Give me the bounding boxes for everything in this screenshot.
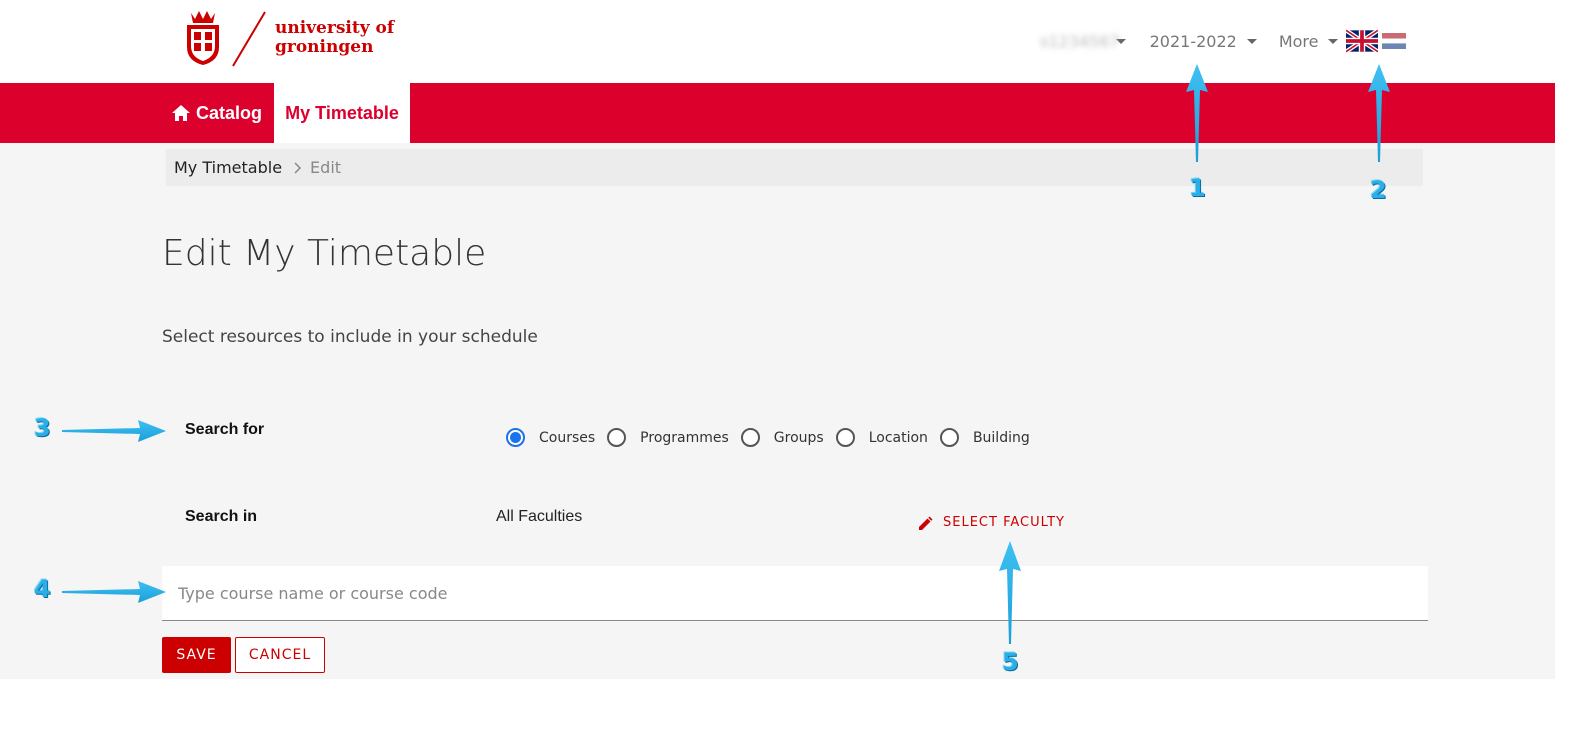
callout-3: 3 [34,414,51,442]
radio-button[interactable] [740,428,760,447]
radio-label: Groups [773,429,824,446]
callout-4: 4 [34,575,51,603]
chevron-right-icon [294,161,302,174]
radio-label: Courses [539,429,596,446]
breadcrumb-edit: Edit [310,158,342,177]
save-button[interactable]: SAVE [162,637,231,673]
tab-catalog[interactable]: Catalog [172,83,262,143]
university-logo[interactable]: university of groningen [183,8,394,68]
select-faculty-label: SELECT FACULTY [943,515,1065,530]
radio-button[interactable] [835,428,855,447]
radio-groups[interactable]: Groups [740,428,824,447]
nl-flag-icon[interactable] [1382,32,1407,50]
logo-line1: university of [275,18,395,38]
site-header: university of groningen s1234567 2021-20… [0,0,1586,83]
chevron-down-icon [1328,38,1339,44]
more-label: More [1278,31,1319,51]
crest-icon [187,11,219,65]
logo-wordmark: university of groningen [275,19,394,57]
tab-my-timetable-label: My Timetable [285,102,399,123]
radio-courses[interactable]: Courses [506,428,595,447]
search-in-label: Search in [185,508,258,525]
course-search-input[interactable] [162,566,1428,621]
user-name: s1234567 [1040,31,1120,51]
radio-label: Location [868,429,928,446]
top-nav: s1234567 2021-2022 More [1040,29,1407,53]
more-menu[interactable]: More [1279,32,1339,51]
user-menu[interactable]: s1234567 [1040,32,1120,51]
page-title: Edit My Timetable [162,233,487,274]
search-in-value: All Faculties [496,508,583,525]
page-subtitle: Select resources to include in your sche… [162,327,538,347]
select-faculty-button[interactable]: SELECT FACULTY [919,515,1065,530]
radio-building[interactable]: Building [939,428,1030,447]
year-selector[interactable]: 2021-2022 [1115,31,1257,51]
search-type-radio-group: Courses Programmes Groups Location Build… [506,428,1042,447]
year-label: 2021-2022 [1149,31,1237,51]
home-icon [172,105,190,121]
breadcrumb: My Timetable Edit [166,149,1423,186]
radio-button[interactable] [607,428,627,447]
radio-label: Building [972,429,1030,446]
radio-button[interactable] [939,428,959,447]
search-for-label: Search for [185,421,265,438]
pencil-icon [919,516,933,530]
main-content: My Timetable Edit Edit My Timetable Sele… [0,143,1555,679]
logo-slash-icon [232,11,266,67]
breadcrumb-my-timetable[interactable]: My Timetable [174,158,282,177]
cancel-button[interactable]: CANCEL [235,637,325,673]
radio-label: Programmes [640,429,729,446]
tab-catalog-label: Catalog [196,102,263,123]
callout-2: 2 [1370,176,1387,204]
main-nav-bar: Catalog My Timetable [0,83,1555,143]
radio-programmes[interactable]: Programmes [607,428,729,447]
logo-line2: groningen [275,37,374,57]
callout-1: 1 [1189,174,1206,202]
radio-button[interactable] [506,428,525,447]
tab-my-timetable[interactable]: My Timetable [274,83,410,143]
uk-flag-icon[interactable] [1346,29,1379,53]
chevron-down-icon [1246,38,1257,44]
callout-5: 5 [1002,648,1019,676]
radio-location[interactable]: Location [835,428,928,447]
